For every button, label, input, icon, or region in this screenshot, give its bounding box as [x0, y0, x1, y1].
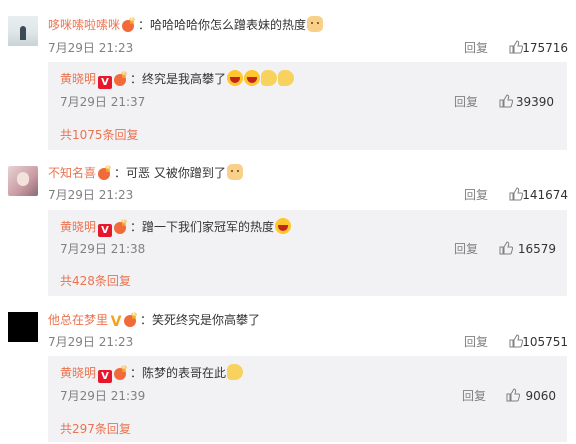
reply-timestamp: 7月29日 21:39 [60, 389, 146, 403]
reply-button[interactable]: 回复 [454, 95, 478, 109]
comment-username[interactable]: 哆咪嗦啦嗦咪 [48, 18, 120, 32]
thumbs-hand-emoji-icon [261, 70, 278, 86]
comment-timestamp: 7月29日 21:23 [48, 188, 134, 202]
more-replies-link[interactable]: 共297条回复 [60, 422, 131, 436]
thumbs-hand-emoji-icon [278, 70, 295, 86]
like-count: 9060 [525, 389, 556, 403]
reply-button[interactable]: 回复 [462, 389, 486, 403]
vip-crown-icon: ♛ [114, 220, 130, 234]
comment-line: 他总在梦里 V ♛ ：笑死终究是你高攀了 [48, 312, 261, 330]
avatar[interactable] [8, 16, 38, 46]
like-count: 39390 [515, 95, 554, 109]
verified-v-badge-icon: V [110, 314, 122, 330]
reply-timestamp: 7月29日 21:37 [60, 95, 146, 109]
like-count: 175716 [522, 41, 568, 55]
comment-line: 不知名喜 ♛ ：可恶 又被你蹭到了 [48, 164, 243, 181]
reply-text: ：终究是我高攀了 [130, 72, 227, 86]
verified-v-badge-icon: V [98, 76, 113, 89]
like-count: 105751 [522, 335, 568, 349]
laughing-emoji-icon [275, 218, 292, 234]
reply-line: 黄晓明 V ♛ ：终究是我高攀了 [60, 70, 295, 89]
comment-line: 哆咪嗦啦嗦咪 ♛ ：哈哈哈哈你怎么蹭表妹的热度 [48, 16, 324, 33]
comment-timestamp: 7月29日 21:23 [48, 335, 134, 349]
comment-timestamp: 7月29日 21:23 [48, 41, 134, 55]
reply-button[interactable]: 回复 [464, 188, 488, 202]
laughing-emoji-icon [227, 70, 244, 86]
reply-username[interactable]: 黄晓明 [60, 366, 96, 380]
verified-v-badge-icon: V [98, 370, 113, 383]
doge-emoji-icon [307, 16, 324, 32]
reply-text: ：蹭一下我们家冠军的热度 [130, 220, 275, 234]
verified-v-badge-icon: V [98, 224, 113, 237]
reply-username[interactable]: 黄晓明 [60, 72, 96, 86]
reply-line: 黄晓明 V ♛ ：蹭一下我们家冠军的热度 [60, 218, 292, 237]
like-count: 16579 [517, 242, 556, 256]
thumbs-hand-emoji-icon [227, 364, 244, 380]
reply-box: 黄晓明 V ♛ ：终究是我高攀了 7月29日 21:37 回复 39390 共1075… [48, 62, 567, 150]
comment-text: ：哈哈哈哈你怎么蹭表妹的热度 [138, 18, 307, 32]
comment-thread: 不知名喜 ♛ ：可恶 又被你蹭到了 7月29日 21:23 回复 141674 黄晓… [0, 158, 576, 298]
reply-line: 黄晓明 V ♛ ：陈梦的表哥在此 [60, 364, 244, 383]
comment-username[interactable]: 不知名喜 [48, 166, 96, 180]
reply-timestamp: 7月29日 21:38 [60, 242, 146, 256]
comment-thread: 他总在梦里 V ♛ ：笑死终究是你高攀了 7月29日 21:23 回复 105751 … [0, 312, 576, 444]
more-replies-link[interactable]: 共1075条回复 [60, 128, 139, 142]
vip-crown-icon: ♛ [98, 166, 114, 180]
reply-button[interactable]: 回复 [464, 41, 488, 55]
doge-emoji-icon [226, 164, 243, 180]
vip-crown-icon: ♛ [122, 18, 138, 32]
reply-button[interactable]: 回复 [454, 242, 478, 256]
vip-crown-icon: ♛ [114, 72, 130, 86]
comment-thread: 哆咪嗦啦嗦咪 ♛ ：哈哈哈哈你怎么蹭表妹的热度 7月29日 21:23 回复 175… [0, 0, 576, 152]
vip-crown-icon: ♛ [114, 366, 130, 380]
comment-text: ：可恶 又被你蹭到了 [114, 166, 226, 180]
reply-username[interactable]: 黄晓明 [60, 220, 96, 234]
comment-username[interactable]: 他总在梦里 [48, 313, 108, 327]
reply-text: ：陈梦的表哥在此 [130, 366, 227, 380]
reply-box: 黄晓明 V ♛ ：陈梦的表哥在此 7月29日 21:39 回复 9060 共297条回… [48, 356, 567, 442]
avatar[interactable] [8, 166, 38, 196]
comment-text: ：笑死终究是你高攀了 [140, 313, 261, 327]
reply-button[interactable]: 回复 [464, 335, 488, 349]
laughing-emoji-icon [244, 70, 261, 86]
more-replies-link[interactable]: 共428条回复 [60, 274, 131, 288]
like-count: 141674 [522, 188, 568, 202]
reply-box: 黄晓明 V ♛ ：蹭一下我们家冠军的热度 7月29日 21:38 回复 16579 共… [48, 210, 567, 296]
vip-crown-icon: ♛ [124, 313, 140, 327]
avatar[interactable] [8, 312, 38, 342]
